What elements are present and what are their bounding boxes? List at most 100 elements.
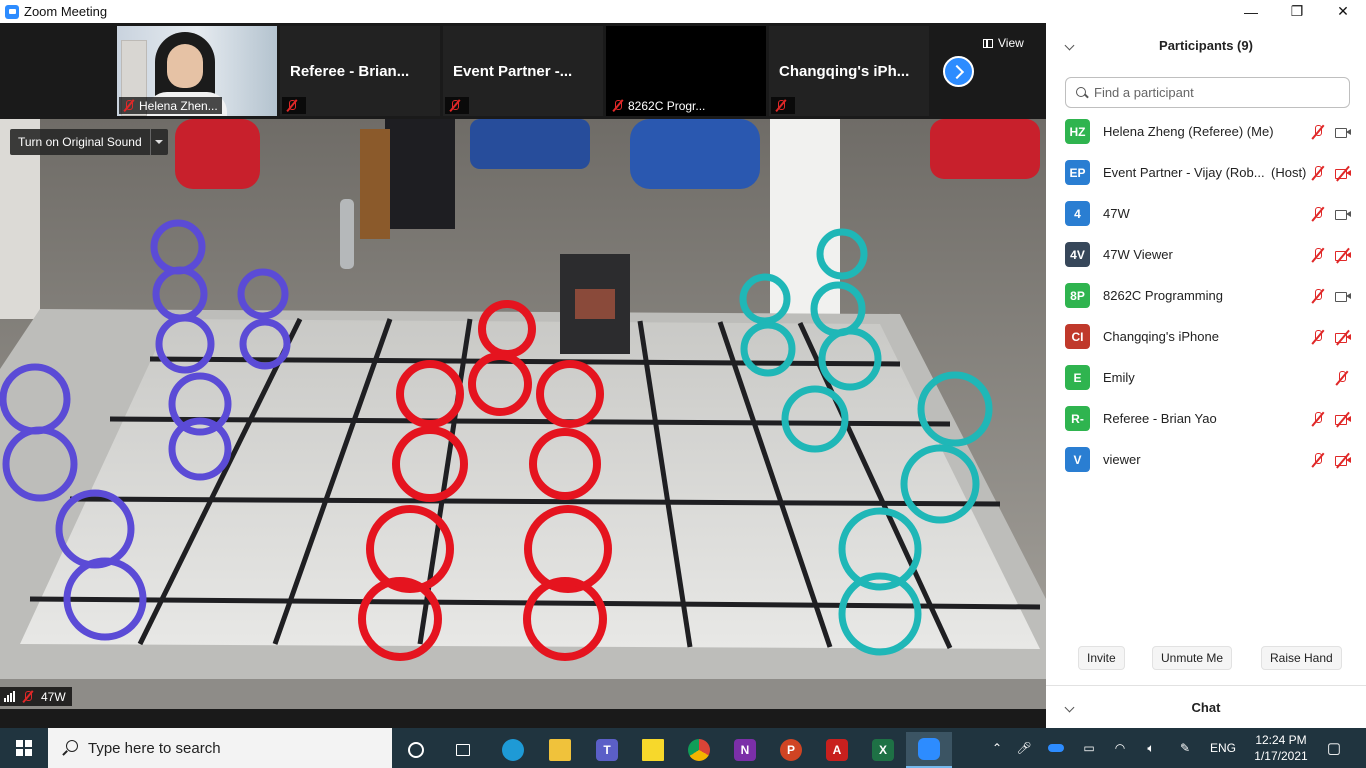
thumbnail-footer [771,97,795,114]
video-off-icon[interactable] [1334,165,1352,181]
file-explorer-icon[interactable] [537,732,583,768]
thumbnail-name: Referee - Brian... [290,62,410,80]
video-off-icon[interactable] [1334,247,1352,263]
main-video [0,119,1046,709]
participant-name: Event Partner - Vijay (Rob... [1103,165,1265,180]
next-page-button[interactable] [943,56,974,87]
participant-row[interactable]: E Emily [1046,357,1366,398]
thumbnail-footer [282,97,306,114]
participant-row[interactable]: HZ Helena Zheng (Referee) (Me) [1046,111,1366,152]
cortana-icon[interactable] [393,732,439,768]
system-tray: ⌃ 🎤︎ ▭ ◠ 🔈︎ ✎ ENG [985,728,1243,768]
video-off-icon[interactable] [1334,329,1352,345]
view-button[interactable]: View [983,33,1024,53]
avatar: 4 [1065,201,1090,226]
chat-chevron-icon[interactable] [1064,702,1075,712]
participants-header: Participants (9) [1046,23,1366,67]
windows-logo-icon [16,740,32,756]
mic-muted-icon[interactable] [1310,452,1326,468]
field-scene [0,119,1046,709]
participant-row[interactable]: 8P 8262C Programming [1046,275,1366,316]
mic-muted-icon[interactable] [1310,124,1326,140]
video-on-icon[interactable] [1334,289,1352,303]
battery-icon[interactable]: ▭ [1073,741,1105,755]
unmute-me-button[interactable]: Unmute Me [1152,646,1233,670]
video-off-icon[interactable] [1334,452,1352,468]
participants-panel: Participants (9) HZ Helena Zheng (Referee… [1046,23,1366,728]
thumbnail-name: Event Partner -... [453,62,573,80]
mic-muted-icon[interactable] [1310,411,1326,427]
maximize-button[interactable]: ❐ [1274,0,1320,23]
mic-muted-icon [286,99,298,112]
close-button[interactable]: ✕ [1320,0,1366,23]
notifications-icon[interactable]: ▢ [1322,728,1346,768]
minimize-button[interactable]: — [1228,0,1274,23]
raise-hand-button[interactable]: Raise Hand [1261,646,1342,670]
participant-name: Changqing's iPhone [1103,329,1219,344]
panel-actions: Invite Unmute Me Raise Hand [1046,646,1366,670]
pen-icon[interactable]: ✎ [1167,741,1203,755]
mic-muted-icon[interactable] [1310,247,1326,263]
acrobat-icon[interactable]: A [814,732,860,768]
onenote-icon[interactable]: N [722,732,768,768]
sticky-notes-icon[interactable] [630,732,676,768]
mic-muted-icon[interactable] [1310,288,1326,304]
wifi-icon[interactable]: ◠ [1105,741,1135,755]
mic-muted-icon[interactable] [1310,206,1326,222]
mic-muted-icon[interactable] [1310,329,1326,345]
mic-muted-icon [22,690,34,703]
participant-name: 47W [1103,206,1130,221]
zoom-taskbar-icon[interactable] [906,732,952,768]
video-off-icon[interactable] [1334,411,1352,427]
participant-list: HZ Helena Zheng (Referee) (Me) EP Event Par… [1046,111,1366,480]
volume-icon[interactable]: 🔈︎ [1135,741,1167,756]
avatar: V [1065,447,1090,472]
taskbar-clock[interactable]: 12:24 PM 1/17/2021 [1250,732,1312,764]
start-button[interactable] [0,728,48,768]
chat-header[interactable]: Chat [1046,685,1366,728]
collapse-chevron-icon[interactable] [1064,40,1075,50]
participant-name: Emily [1103,370,1135,385]
taskbar-search[interactable]: Type here to search [48,728,392,768]
mic-muted-icon [123,99,135,112]
mic-muted-icon[interactable] [1334,370,1350,386]
thumbnail-8262c[interactable]: 8262C Progr... [606,26,766,116]
participant-row[interactable]: R- Referee - Brian Yao [1046,398,1366,439]
participant-row[interactable]: CI Changqing's iPhone [1046,316,1366,357]
task-view-icon[interactable] [440,732,486,768]
thumbnail-name: Changqing's iPh... [779,62,910,80]
original-sound-dropdown[interactable] [149,129,168,155]
thumbnail-referee[interactable]: Referee - Brian... [280,26,440,116]
video-on-icon[interactable] [1334,125,1352,139]
thumbnail-changqing[interactable]: Changqing's iPh... [769,26,929,116]
avatar: 8P [1065,283,1090,308]
chrome-icon[interactable] [676,732,722,768]
excel-icon[interactable]: X [860,732,906,768]
edge-icon[interactable] [490,732,536,768]
onedrive-icon[interactable] [1039,744,1073,752]
original-sound-button[interactable]: Turn on Original Sound [10,129,168,155]
avatar: 4V [1065,242,1090,267]
participant-row[interactable]: EP Event Partner - Vijay (Rob... (Host) [1046,152,1366,193]
participant-name: 8262C Programming [1103,288,1223,303]
title-bar: Zoom Meeting — ❐ ✕ [0,0,1366,23]
thumbnail-strip: Helena Zhen... Referee - Brian... Event … [0,23,1046,119]
mic-muted-icon [775,99,787,112]
participant-row[interactable]: 4 47W [1046,193,1366,234]
invite-button[interactable]: Invite [1078,646,1125,670]
mic-muted-icon[interactable] [1310,165,1326,181]
thumbnail-helena[interactable]: Helena Zhen... [117,26,277,116]
show-hidden-icons-icon[interactable]: ⌃ [985,741,1009,755]
powerpoint-icon[interactable]: P [768,732,814,768]
video-on-icon[interactable] [1334,207,1352,221]
thumbnail-event-partner[interactable]: Event Partner -... [443,26,603,116]
participant-row[interactable]: 4V 47W Viewer [1046,234,1366,275]
teams-icon[interactable]: T [584,732,630,768]
participant-search-input[interactable] [1094,85,1334,100]
language-indicator[interactable]: ENG [1203,741,1243,755]
participant-search[interactable] [1065,77,1350,108]
signal-bars-icon [4,691,15,702]
avatar: EP [1065,160,1090,185]
microphone-icon[interactable]: 🎤︎ [1009,741,1039,755]
participant-row[interactable]: Vviewer [1046,439,1366,480]
